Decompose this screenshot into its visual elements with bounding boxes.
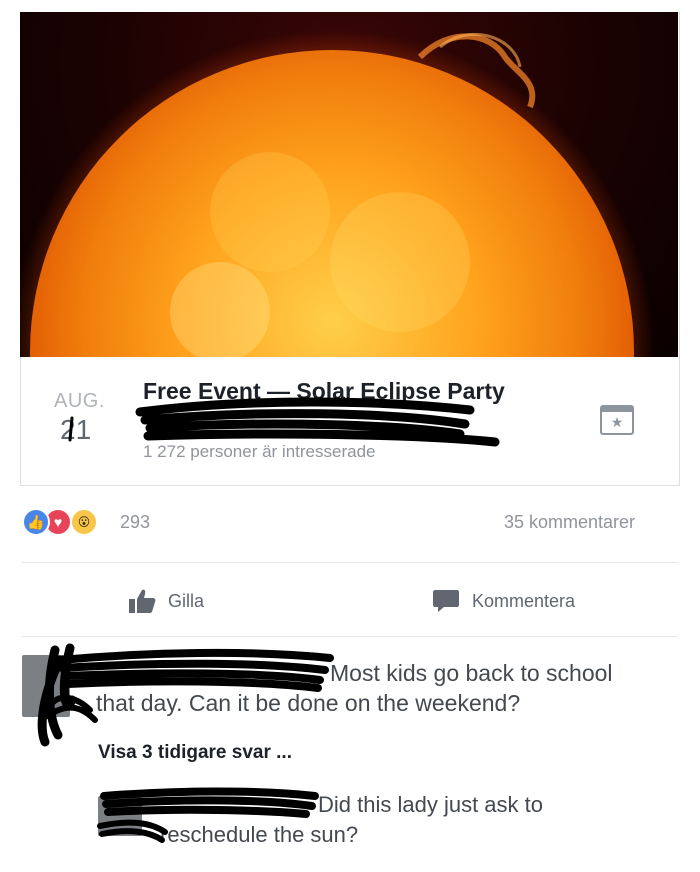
reply-text: reschedule the sun?	[160, 822, 359, 847]
interested-count[interactable]: 1 272 personer är intresserade	[143, 442, 375, 462]
wow-icon: 😮	[70, 508, 98, 536]
divider	[22, 636, 678, 637]
divider	[22, 562, 678, 563]
comment-text: Most kids go back to school	[330, 660, 613, 686]
view-previous-replies-link[interactable]: Visa 3 tidigare svar ...	[98, 742, 292, 764]
reaction-icons[interactable]: 👍 ♥ 😮	[22, 508, 112, 536]
comment-text: that day. Can it be done on the weekend?	[96, 690, 521, 716]
avatar[interactable]	[22, 655, 70, 717]
avatar[interactable]	[98, 796, 142, 836]
thumbs-up-icon	[129, 589, 156, 613]
event-title[interactable]: Free Event — Solar Eclipse Party	[143, 378, 505, 405]
event-day: 21	[60, 414, 92, 445]
sun-photo	[20, 30, 654, 357]
like-button[interactable]: Gilla	[128, 588, 204, 614]
reaction-count[interactable]: 293	[120, 512, 150, 533]
calendar-bar	[602, 407, 632, 412]
like-icon: 👍	[22, 508, 50, 536]
star-calendar-icon: ★	[610, 414, 624, 430]
comment-bubble-icon	[433, 590, 459, 612]
comment-label: Kommentera	[472, 590, 576, 611]
event-cover-image[interactable]	[20, 12, 678, 357]
reply-text: Did this lady just ask to	[318, 792, 543, 817]
comment-button[interactable]: Kommentera	[432, 588, 575, 614]
like-label: Gilla	[168, 590, 205, 611]
event-month: AUG.	[54, 390, 105, 412]
save-event-button[interactable]: ★	[600, 405, 634, 435]
comment-count[interactable]: 35 kommentarer	[504, 512, 635, 533]
